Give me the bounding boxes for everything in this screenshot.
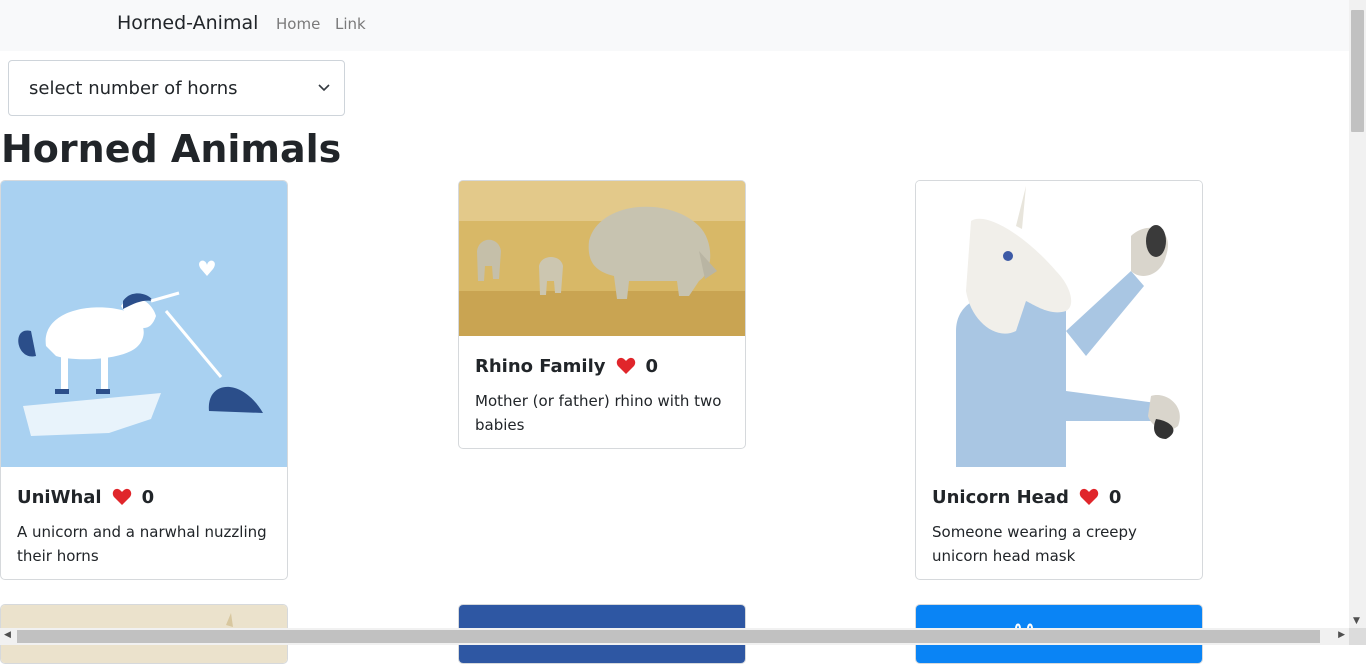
- page-title: Horned Animals: [1, 127, 342, 171]
- nav-link-home[interactable]: Home: [276, 15, 320, 33]
- card-body: Unicorn Head 0 Someone wearing a creepy …: [916, 467, 1202, 579]
- horizontal-scroll-thumb[interactable]: [17, 630, 1320, 643]
- card-title: Rhino Family 0: [475, 351, 729, 381]
- heart-icon[interactable]: [112, 488, 132, 506]
- vertical-scrollbar[interactable]: ▼: [1349, 0, 1366, 628]
- scroll-down-arrow-icon[interactable]: ▼: [1353, 616, 1360, 626]
- scrollbar-corner: [1349, 628, 1366, 645]
- horizontal-scrollbar[interactable]: ◀ ▶: [0, 628, 1349, 645]
- scroll-right-arrow-icon[interactable]: ▶: [1338, 630, 1345, 640]
- card-body: UniWhal 0 A unicorn and a narwhal nuzzli…: [1, 467, 287, 579]
- card-description: A unicorn and a narwhal nuzzling their h…: [17, 523, 267, 565]
- navbar: Horned-Animal Home Link: [0, 0, 1349, 51]
- card-title-text: UniWhal: [17, 486, 102, 508]
- animal-card: Unicorn Head 0 Someone wearing a creepy …: [915, 180, 1203, 580]
- card-title: Unicorn Head 0: [932, 482, 1186, 512]
- rhino-family-image[interactable]: [459, 181, 745, 336]
- unicorn-head-image[interactable]: [916, 181, 1202, 467]
- nav-link-link[interactable]: Link: [335, 15, 366, 33]
- heart-icon[interactable]: [616, 357, 636, 375]
- vertical-scroll-thumb[interactable]: [1351, 10, 1364, 132]
- card-body: Rhino Family 0 Mother (or father) rhino …: [459, 336, 745, 448]
- animal-card: Rhino Family 0 Mother (or father) rhino …: [458, 180, 746, 449]
- heart-icon[interactable]: [1079, 488, 1099, 506]
- navbar-brand[interactable]: Horned-Animal: [117, 12, 258, 34]
- card-title: UniWhal 0: [17, 482, 271, 512]
- horns-select-value: select number of horns: [29, 78, 238, 99]
- card-description: Someone wearing a creepy unicorn head ma…: [932, 523, 1137, 565]
- like-count: 0: [141, 486, 155, 508]
- animal-card: UniWhal 0 A unicorn and a narwhal nuzzli…: [0, 180, 288, 580]
- card-title-text: Rhino Family: [475, 355, 606, 377]
- card-title-text: Unicorn Head: [932, 486, 1069, 508]
- like-count: 0: [645, 355, 659, 377]
- uniwhal-image[interactable]: [1, 181, 287, 467]
- chevron-down-icon: [318, 84, 330, 92]
- card-description: Mother (or father) rhino with two babies: [475, 392, 722, 434]
- horns-select[interactable]: select number of horns: [8, 60, 345, 116]
- like-count: 0: [1108, 486, 1122, 508]
- scroll-left-arrow-icon[interactable]: ◀: [4, 630, 11, 640]
